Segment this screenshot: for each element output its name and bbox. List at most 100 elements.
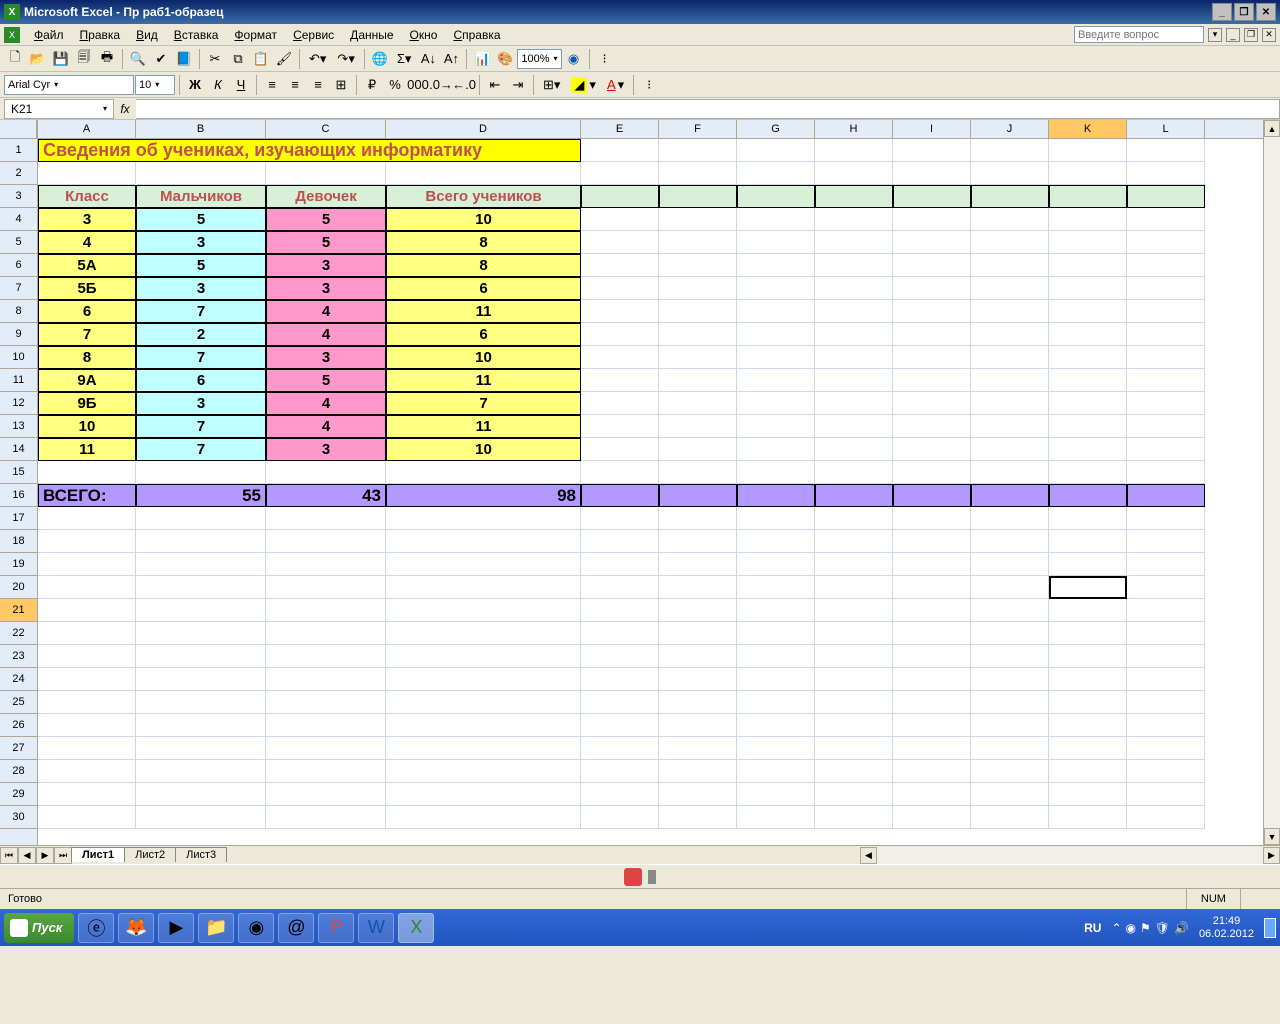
- research-icon[interactable]: 📘: [173, 48, 195, 70]
- cell[interactable]: [737, 277, 815, 300]
- cell[interactable]: [893, 369, 971, 392]
- table-cell[interactable]: 6: [38, 300, 136, 323]
- cell[interactable]: [136, 691, 266, 714]
- cell[interactable]: [893, 622, 971, 645]
- print-icon[interactable]: 🖶: [96, 48, 118, 70]
- cell[interactable]: [386, 576, 581, 599]
- tray-desktop-icon[interactable]: [1264, 918, 1276, 938]
- cell[interactable]: [386, 668, 581, 691]
- taskbar-chrome-icon[interactable]: ◉: [238, 913, 274, 943]
- cell[interactable]: [1049, 139, 1127, 162]
- cell[interactable]: [971, 645, 1049, 668]
- cell[interactable]: [893, 346, 971, 369]
- redo-icon[interactable]: ↷▾: [332, 48, 359, 70]
- cell[interactable]: [737, 392, 815, 415]
- row-header-27[interactable]: 27: [0, 737, 37, 760]
- cell[interactable]: [1127, 645, 1205, 668]
- cell[interactable]: [815, 415, 893, 438]
- cell[interactable]: [581, 231, 659, 254]
- cell[interactable]: [1127, 208, 1205, 231]
- table-cell[interactable]: 6: [386, 277, 581, 300]
- col-header-G[interactable]: G: [737, 120, 815, 138]
- cell[interactable]: [1127, 300, 1205, 323]
- cell[interactable]: [136, 783, 266, 806]
- row-header-7[interactable]: 7: [0, 277, 37, 300]
- row-header-6[interactable]: 6: [0, 254, 37, 277]
- menu-файл[interactable]: Файл: [26, 26, 72, 44]
- cell[interactable]: [1049, 369, 1127, 392]
- cell[interactable]: [581, 599, 659, 622]
- cell[interactable]: [581, 139, 659, 162]
- cell[interactable]: [815, 668, 893, 691]
- table-cell[interactable]: 5: [266, 208, 386, 231]
- table-cell[interactable]: 5: [266, 231, 386, 254]
- cell[interactable]: [893, 714, 971, 737]
- start-button[interactable]: ⊞ Пуск: [4, 913, 74, 943]
- cell[interactable]: [815, 553, 893, 576]
- cell[interactable]: [386, 507, 581, 530]
- cell[interactable]: [893, 484, 971, 507]
- cell[interactable]: [893, 507, 971, 530]
- cell[interactable]: [266, 760, 386, 783]
- table-cell[interactable]: 7: [136, 415, 266, 438]
- cell[interactable]: [1127, 254, 1205, 277]
- cell[interactable]: [815, 162, 893, 185]
- tab-first-icon[interactable]: ⏮: [0, 847, 18, 864]
- row-header-29[interactable]: 29: [0, 783, 37, 806]
- cell[interactable]: [38, 576, 136, 599]
- col-header-I[interactable]: I: [893, 120, 971, 138]
- scroll-right-icon[interactable]: ▶: [1263, 847, 1280, 864]
- cell[interactable]: [266, 622, 386, 645]
- spelling-icon[interactable]: ✔: [150, 48, 172, 70]
- sort-asc-icon[interactable]: A↓: [417, 48, 439, 70]
- col-header-E[interactable]: E: [581, 120, 659, 138]
- cell[interactable]: [1127, 507, 1205, 530]
- table-cell[interactable]: 9Б: [38, 392, 136, 415]
- col-header-F[interactable]: F: [659, 120, 737, 138]
- row-header-26[interactable]: 26: [0, 714, 37, 737]
- cell[interactable]: [38, 530, 136, 553]
- table-cell[interactable]: 10: [386, 438, 581, 461]
- row-header-2[interactable]: 2: [0, 162, 37, 185]
- cell[interactable]: [1127, 438, 1205, 461]
- cell[interactable]: [1049, 507, 1127, 530]
- cell[interactable]: [893, 599, 971, 622]
- cell[interactable]: [659, 668, 737, 691]
- cell[interactable]: [1127, 783, 1205, 806]
- cell[interactable]: [1049, 392, 1127, 415]
- cell[interactable]: [737, 369, 815, 392]
- cell[interactable]: [893, 806, 971, 829]
- decrease-decimal-icon[interactable]: ←.0: [453, 74, 475, 96]
- bold-icon[interactable]: Ж: [184, 74, 206, 96]
- cell[interactable]: [38, 645, 136, 668]
- table-cell[interactable]: 7: [136, 300, 266, 323]
- row-header-3[interactable]: 3: [0, 185, 37, 208]
- cell[interactable]: [1127, 369, 1205, 392]
- cell[interactable]: [136, 760, 266, 783]
- cell[interactable]: [815, 346, 893, 369]
- taskbar-ie-icon[interactable]: ⓔ: [78, 913, 114, 943]
- row-header-25[interactable]: 25: [0, 691, 37, 714]
- merge-center-icon[interactable]: ⊞: [330, 74, 352, 96]
- col-header-D[interactable]: D: [386, 120, 581, 138]
- toolbar-options-icon[interactable]: ⁝: [594, 48, 616, 70]
- cell[interactable]: [737, 645, 815, 668]
- select-all-corner[interactable]: [0, 120, 37, 139]
- cell[interactable]: [38, 714, 136, 737]
- ask-question-input[interactable]: [1074, 26, 1204, 43]
- tab-prev-icon[interactable]: ◀: [18, 847, 36, 864]
- doc-restore-button[interactable]: ❐: [1244, 28, 1258, 42]
- cell[interactable]: [737, 484, 815, 507]
- cell[interactable]: [38, 691, 136, 714]
- tray-clock[interactable]: 21:49 06.02.2012: [1199, 915, 1254, 941]
- tray-volume-icon[interactable]: 🔊: [1174, 921, 1189, 935]
- cell[interactable]: [1127, 737, 1205, 760]
- cell[interactable]: [815, 208, 893, 231]
- table-header[interactable]: Всего учеников: [386, 185, 581, 208]
- table-cell[interactable]: 5А: [38, 254, 136, 277]
- font-combo[interactable]: Arial Cyr▾: [4, 75, 134, 95]
- col-header-B[interactable]: B: [136, 120, 266, 138]
- cell[interactable]: [266, 737, 386, 760]
- cell[interactable]: [737, 139, 815, 162]
- cell[interactable]: [659, 714, 737, 737]
